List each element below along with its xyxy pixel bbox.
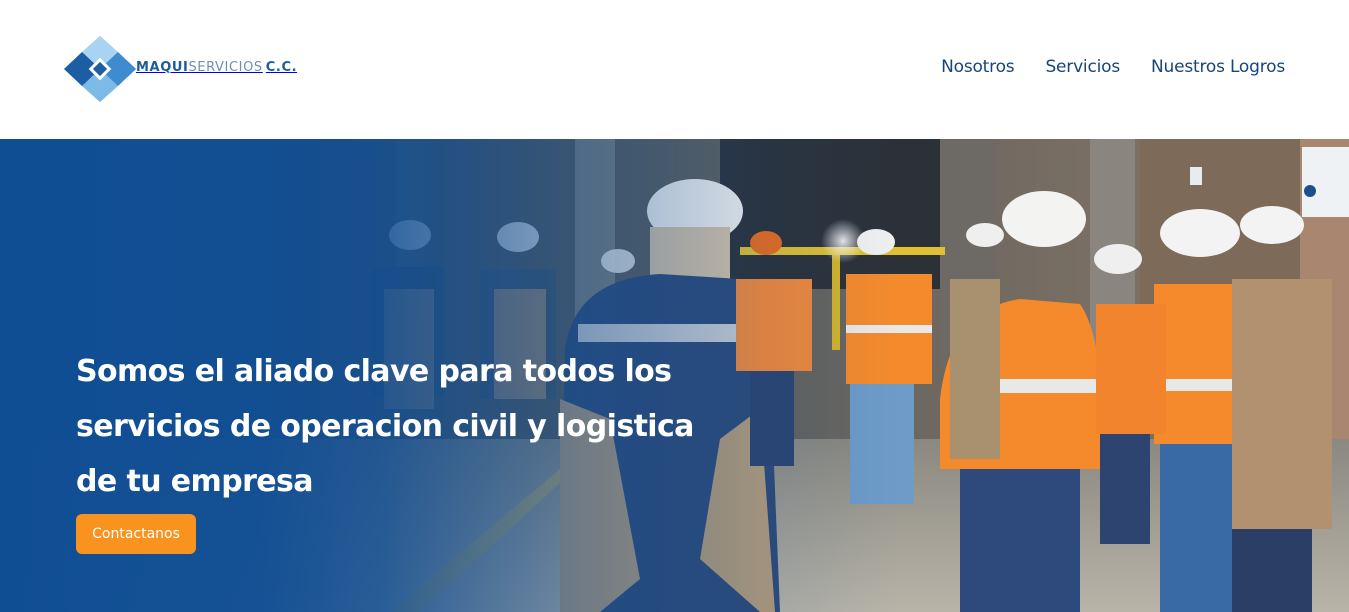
brand-name: MAQUISERVICIOS C.C. bbox=[136, 60, 297, 75]
brand-name-part1: MAQUI bbox=[136, 59, 189, 75]
nav-link-nosotros[interactable]: Nosotros bbox=[941, 57, 1015, 77]
contact-button[interactable]: Contactanos bbox=[76, 514, 196, 554]
site-header: MAQUISERVICIOS C.C. Nosotros Servicios Nu… bbox=[0, 0, 1349, 139]
brand-logo[interactable]: MAQUISERVICIOS C.C. bbox=[62, 34, 297, 104]
brand-name-part3: C.C. bbox=[265, 59, 298, 75]
logo-mark-icon bbox=[64, 36, 136, 102]
nav-link-servicios[interactable]: Servicios bbox=[1045, 57, 1120, 77]
hero-title: Somos el aliado clave para todos los ser… bbox=[76, 354, 694, 499]
hero-section: Somos el aliado clave para todos los ser… bbox=[0, 139, 1349, 612]
nav-link-nuestros-logros[interactable]: Nuestros Logros bbox=[1151, 57, 1285, 77]
main-nav: Nosotros Servicios Nuestros Logros bbox=[941, 57, 1285, 77]
brand-name-part2: SERVICIOS bbox=[188, 59, 263, 75]
